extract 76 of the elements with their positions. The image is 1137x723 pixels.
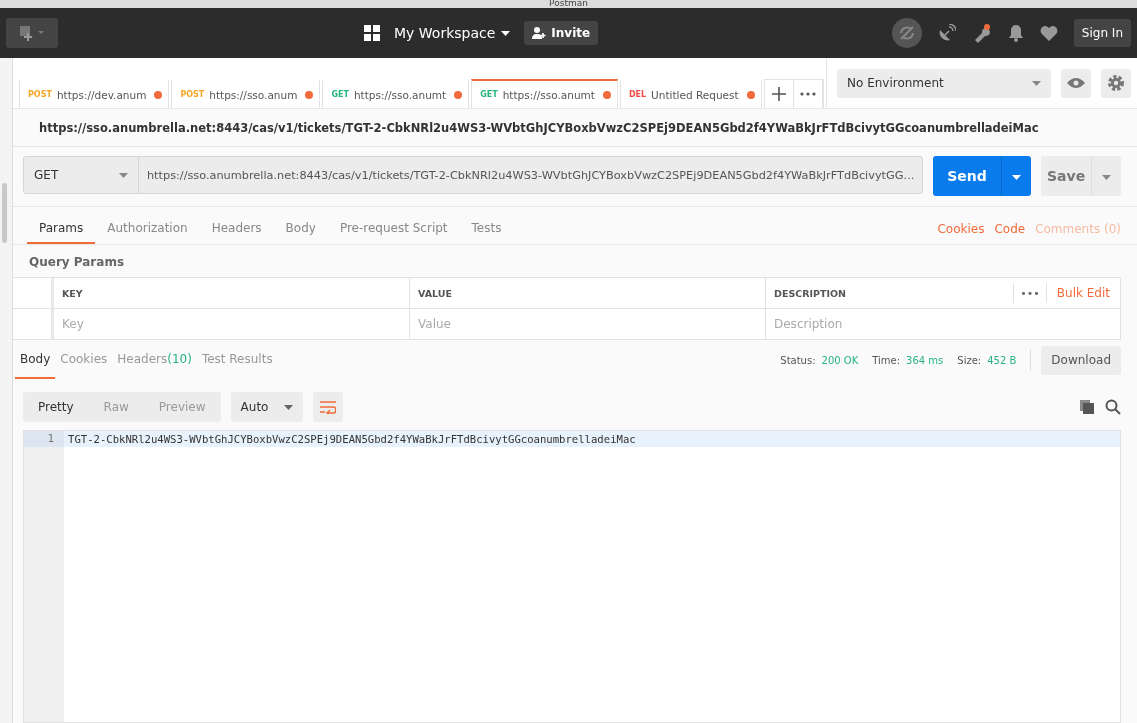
request-section-tab[interactable]: Pre-request Script bbox=[327, 213, 460, 244]
request-link[interactable]: Cookies bbox=[937, 221, 985, 236]
wrap-lines-icon bbox=[319, 400, 336, 414]
status-value: 364 ms bbox=[906, 354, 944, 366]
caret-icon bbox=[1012, 175, 1021, 180]
send-button[interactable]: Send bbox=[933, 156, 1001, 196]
status-value: 200 OK bbox=[821, 354, 859, 366]
tab-url: Untitled Request bbox=[651, 88, 740, 101]
request-tab[interactable]: DEL Untitled Request bbox=[619, 79, 762, 108]
request-section-tab[interactable]: Authorization bbox=[95, 213, 200, 244]
eye-button[interactable] bbox=[1061, 68, 1091, 98]
new-button[interactable] bbox=[6, 18, 58, 48]
column-header: KEY bbox=[54, 278, 410, 308]
sync-off-icon[interactable] bbox=[891, 18, 922, 48]
method-label: GET bbox=[480, 90, 498, 99]
copy-icon[interactable] bbox=[1079, 399, 1095, 415]
environment-dropdown[interactable]: No Environment bbox=[837, 68, 1051, 98]
sign-in-button[interactable]: Sign In bbox=[1073, 19, 1131, 47]
status-label: Status: bbox=[780, 354, 816, 366]
request-link[interactable]: Code bbox=[994, 221, 1026, 236]
more-icon bbox=[799, 92, 816, 96]
tab-url: https://dev.anum bbox=[56, 88, 148, 101]
response-tab[interactable]: Body bbox=[15, 341, 56, 379]
status-label: Size: bbox=[957, 354, 982, 366]
download-button[interactable]: Download bbox=[1041, 345, 1121, 375]
settings-button[interactable] bbox=[1101, 68, 1131, 98]
plus-icon bbox=[771, 87, 786, 101]
eye-icon bbox=[1067, 77, 1085, 89]
method-label: GET bbox=[331, 90, 349, 99]
section-title: Query Params bbox=[28, 254, 126, 271]
request-tab[interactable]: GET https://sso.anumt bbox=[322, 79, 470, 108]
format-option[interactable]: Pretty bbox=[23, 392, 89, 422]
request-section-tab[interactable]: Params bbox=[27, 213, 96, 244]
request-section-tab[interactable]: Body bbox=[273, 213, 328, 244]
bell-icon[interactable] bbox=[1007, 24, 1024, 42]
url-field[interactable]: https://sso.anumbrella.net:8443/cas/v1/tickets/TGT-2-CbkNRl2u4WS3-WVbtGhJCYBoxbVwzC2SPEj9DEAN5Gbd2f4YWaBkJrFTdBcivytGG... bbox=[138, 157, 922, 193]
scrollbar[interactable] bbox=[2, 183, 7, 243]
invite-button[interactable]: Invite bbox=[524, 21, 599, 45]
caret-icon bbox=[501, 30, 511, 36]
heart-icon[interactable] bbox=[1039, 25, 1058, 41]
request-section-tab[interactable]: Tests bbox=[459, 213, 514, 244]
line-number: 1 bbox=[24, 431, 64, 447]
caret-icon bbox=[1032, 80, 1041, 86]
language-dropdown[interactable]: Auto bbox=[230, 392, 303, 422]
send-options-button[interactable] bbox=[1001, 156, 1031, 196]
bulk-edit-link[interactable]: Bulk Edit bbox=[1056, 286, 1110, 300]
more-button[interactable]: ••• bbox=[1013, 283, 1047, 303]
tab-url: https://sso.anum bbox=[209, 88, 299, 101]
window-title: Postman bbox=[549, 0, 588, 8]
tab-url: https://sso.anumt bbox=[353, 88, 448, 101]
wrap-button[interactable] bbox=[312, 392, 343, 422]
add-person-icon bbox=[532, 27, 547, 39]
request-tab[interactable]: POST https://sso.anum bbox=[171, 79, 321, 108]
request-tab[interactable]: POST https://dev.anum bbox=[19, 79, 170, 108]
method-dropdown[interactable]: GET bbox=[24, 157, 139, 193]
new-icon bbox=[18, 24, 46, 42]
save-button[interactable]: Save bbox=[1041, 156, 1091, 196]
caret-icon bbox=[1102, 174, 1111, 180]
method-label: POST bbox=[28, 90, 52, 99]
grid-icon bbox=[364, 25, 380, 41]
method-label: POST bbox=[180, 90, 205, 99]
satellite-icon[interactable] bbox=[937, 24, 956, 42]
caret-icon bbox=[118, 172, 128, 178]
workspace-dropdown[interactable]: My Workspace bbox=[390, 25, 515, 41]
tab-url: https://sso.anumt bbox=[502, 88, 596, 101]
method-label: DEL bbox=[628, 90, 647, 99]
column-header: DESCRIPTION bbox=[774, 287, 847, 299]
request-section-tab[interactable]: Headers bbox=[199, 213, 274, 244]
request-title: https://sso.anumbrella.net:8443/cas/v1/tickets/TGT-2-CbkNRl2u4WS3-WVbtGhJCYBoxbVwzC2SPEj9DEAN5Gbd2f4YWaBkJrFTdBcivytGGcoanumbrelladeiMac bbox=[13, 109, 1137, 147]
settings-icon bbox=[1107, 74, 1125, 92]
request-tab[interactable]: GET https://sso.anumt bbox=[471, 79, 618, 108]
status-label: Time: bbox=[872, 354, 901, 366]
caret-icon bbox=[283, 404, 293, 410]
status-value: 452 B bbox=[987, 354, 1017, 366]
search-icon[interactable] bbox=[1105, 399, 1121, 415]
column-header: VALUE bbox=[410, 278, 766, 308]
